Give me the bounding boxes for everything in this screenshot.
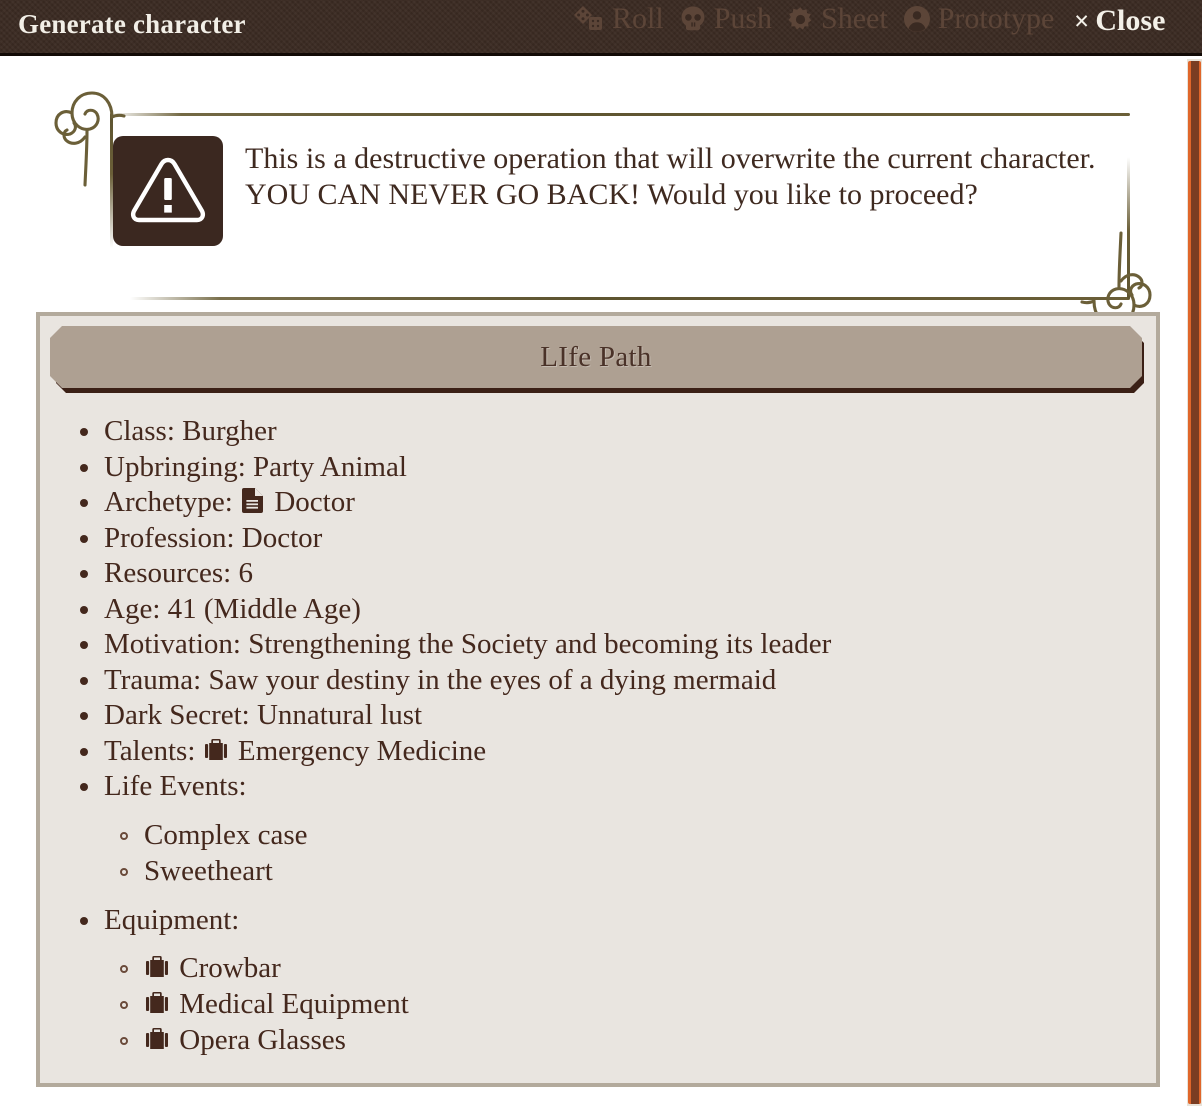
lifepath-list: Class: Burgher Upbringing: Party Animal …	[66, 414, 1136, 1072]
frame-rule-top	[110, 113, 1130, 116]
top-nav: Roll Push Sheet Prototype	[568, 4, 1057, 34]
nav-item-sheet[interactable]: Sheet	[784, 4, 891, 34]
list-item-label-prefix: Archetype:	[104, 486, 233, 519]
list-item: Medical Equipment	[104, 987, 1136, 1023]
close-icon: ×	[1074, 5, 1090, 36]
banner-plate: LIfe Path	[50, 326, 1142, 388]
nav-item-prototype[interactable]: Prototype	[900, 4, 1058, 34]
list-item: Archetype: Doctor	[66, 485, 1136, 521]
gear-icon	[787, 6, 814, 33]
bullet-icon	[80, 712, 88, 721]
list-item-equipment: Equipment: Crowbar Medical Equipment Ope…	[66, 903, 1136, 1059]
list-item-label: Upbringing: Party Animal	[104, 450, 407, 483]
bullet-icon	[80, 747, 88, 756]
briefcase-icon	[204, 738, 227, 762]
warning-message-text: This is a destructive operation that wil…	[245, 142, 1096, 211]
close-button-label: Close	[1095, 4, 1166, 37]
bullet-icon	[80, 916, 88, 925]
list-item: Resources: 6	[66, 556, 1136, 592]
banner-title: LIfe Path	[540, 340, 652, 373]
list-item-label: Crowbar	[179, 952, 281, 985]
bullet-icon	[80, 641, 88, 650]
vertical-scrollbar[interactable]	[1187, 59, 1202, 1106]
frame-rule-bottom	[130, 297, 1130, 300]
list-item-label-prefix: Talents:	[104, 734, 196, 767]
list-item-label: Motivation: Strengthening the Society an…	[104, 628, 832, 661]
skull-icon	[679, 5, 707, 33]
bullet-icon	[80, 676, 88, 685]
close-button[interactable]: × Close	[1074, 6, 1165, 36]
page-title: Generate character	[18, 9, 246, 39]
list-item-label: Class: Burgher	[104, 415, 277, 447]
bullet-icon	[80, 570, 88, 579]
bullet-icon	[80, 534, 88, 543]
user-circle-icon	[903, 5, 931, 33]
list-item: Talents: Emergency Medicine	[66, 734, 1136, 770]
list-item-label: Trauma: Saw your destiny in the eyes of …	[104, 663, 777, 696]
bullet-hollow-icon	[120, 965, 128, 974]
list-item: Dark Secret: Unnatural lust	[66, 698, 1136, 734]
lifepath-banner: LIfe Path	[50, 326, 1146, 394]
scrollbar-thumb[interactable]	[1188, 61, 1201, 1104]
bullet-icon	[80, 463, 88, 472]
briefcase-icon	[146, 956, 168, 979]
list-item-label: Age: 41 (Middle Age)	[104, 592, 361, 625]
list-item-label: Dark Secret: Unnatural lust	[104, 699, 423, 732]
bullet-icon	[80, 428, 88, 436]
dice-icon	[571, 5, 605, 33]
nav-item-label: Roll	[612, 2, 664, 35]
warning-message-row: This is a destructive operation that wil…	[113, 136, 1103, 246]
list-item: Crowbar	[104, 951, 1136, 987]
list-item: Sweetheart	[104, 854, 1136, 890]
warning-triangle-icon	[113, 136, 223, 246]
bullet-hollow-icon	[120, 1001, 128, 1010]
dialog-body: This is a destructive operation that wil…	[0, 59, 1190, 1106]
warning-frame: This is a destructive operation that wil…	[36, 79, 1156, 327]
bullet-hollow-icon	[120, 1037, 128, 1045]
list-item-label-suffix: Doctor	[274, 486, 355, 519]
nav-item-label: Push	[713, 2, 773, 35]
list-item: Opera Glasses	[104, 1023, 1136, 1059]
bullet-hollow-icon	[120, 831, 128, 840]
bullet-icon	[80, 605, 88, 614]
life-events-list: Complex case Sweetheart	[104, 818, 1136, 890]
briefcase-icon	[146, 992, 168, 1015]
bullet-icon	[80, 783, 88, 792]
list-item: Profession: Doctor	[66, 521, 1136, 557]
app-header-bar: Generate character Roll Push Sheet Proto…	[0, 0, 1202, 56]
document-icon	[242, 488, 264, 514]
nav-item-push[interactable]: Push	[676, 4, 775, 34]
list-item: Class: Burgher	[66, 414, 1136, 450]
equipment-list: Crowbar Medical Equipment Opera Glasses	[104, 951, 1136, 1059]
lifepath-panel: LIfe Path Class: Burgher Upbringing: Par…	[36, 312, 1160, 1087]
list-item: Age: 41 (Middle Age)	[66, 592, 1136, 628]
list-item-label: Profession: Doctor	[104, 521, 323, 554]
equipment-heading: Equipment:	[104, 903, 240, 936]
list-item-label: Medical Equipment	[179, 988, 409, 1021]
nav-item-label: Sheet	[821, 2, 888, 35]
list-item: Complex case	[104, 818, 1136, 854]
list-item-label-suffix: Emergency Medicine	[237, 734, 487, 767]
list-item-label: Sweetheart	[144, 854, 273, 887]
list-item-label: Opera Glasses	[179, 1024, 346, 1056]
list-item-label: Resources: 6	[104, 557, 253, 590]
nav-item-label: Prototype	[937, 2, 1055, 35]
briefcase-icon	[146, 1028, 168, 1051]
list-item: Trauma: Saw your destiny in the eyes of …	[66, 663, 1136, 699]
list-item: Motivation: Strengthening the Society an…	[66, 627, 1136, 663]
bullet-hollow-icon	[120, 867, 128, 876]
nav-item-roll[interactable]: Roll	[568, 4, 667, 34]
bullet-icon	[80, 499, 88, 508]
list-item: Upbringing: Party Animal	[66, 450, 1136, 486]
list-item-label: Complex case	[144, 818, 308, 851]
list-item-life-events: Life Events: Complex case Sweetheart	[66, 769, 1136, 889]
life-events-heading: Life Events:	[104, 770, 247, 803]
